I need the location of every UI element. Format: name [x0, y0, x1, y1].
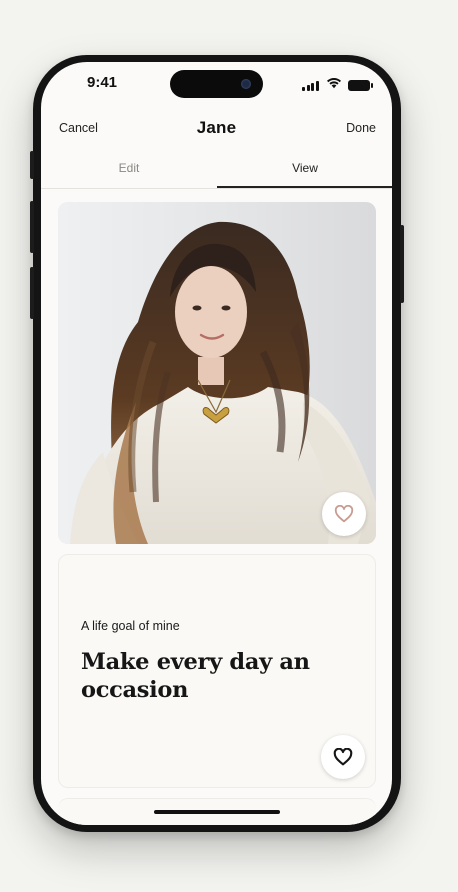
camera-icon — [241, 79, 251, 89]
heart-icon — [333, 748, 353, 766]
profile-photo[interactable] — [58, 202, 376, 544]
active-tab-indicator — [217, 186, 392, 188]
heart-icon — [334, 505, 354, 523]
prompt-answer: Make every day an occasion — [81, 649, 310, 703]
volume-up-button — [30, 201, 34, 253]
home-indicator[interactable] — [154, 810, 280, 814]
phone-screen: 9:41 Cancel Jane Done Edit View A life g… — [41, 62, 392, 825]
mute-switch — [30, 151, 34, 179]
power-button — [400, 225, 404, 303]
volume-down-button — [30, 267, 34, 319]
like-prompt-button[interactable] — [321, 735, 365, 779]
prompt-question: A life goal of mine — [81, 619, 180, 633]
done-button[interactable]: Done — [346, 121, 376, 135]
like-photo-button[interactable] — [322, 492, 366, 536]
tab-bar: Edit View — [41, 153, 392, 189]
signal-icon — [302, 80, 320, 91]
tab-edit[interactable]: Edit — [41, 161, 217, 175]
dynamic-island — [170, 70, 263, 98]
tab-view[interactable]: View — [217, 161, 392, 175]
wifi-icon — [326, 76, 342, 94]
battery-icon — [348, 79, 373, 91]
page-title: Jane — [196, 118, 237, 137]
status-icons — [302, 76, 373, 94]
status-time: 9:41 — [87, 74, 118, 91]
